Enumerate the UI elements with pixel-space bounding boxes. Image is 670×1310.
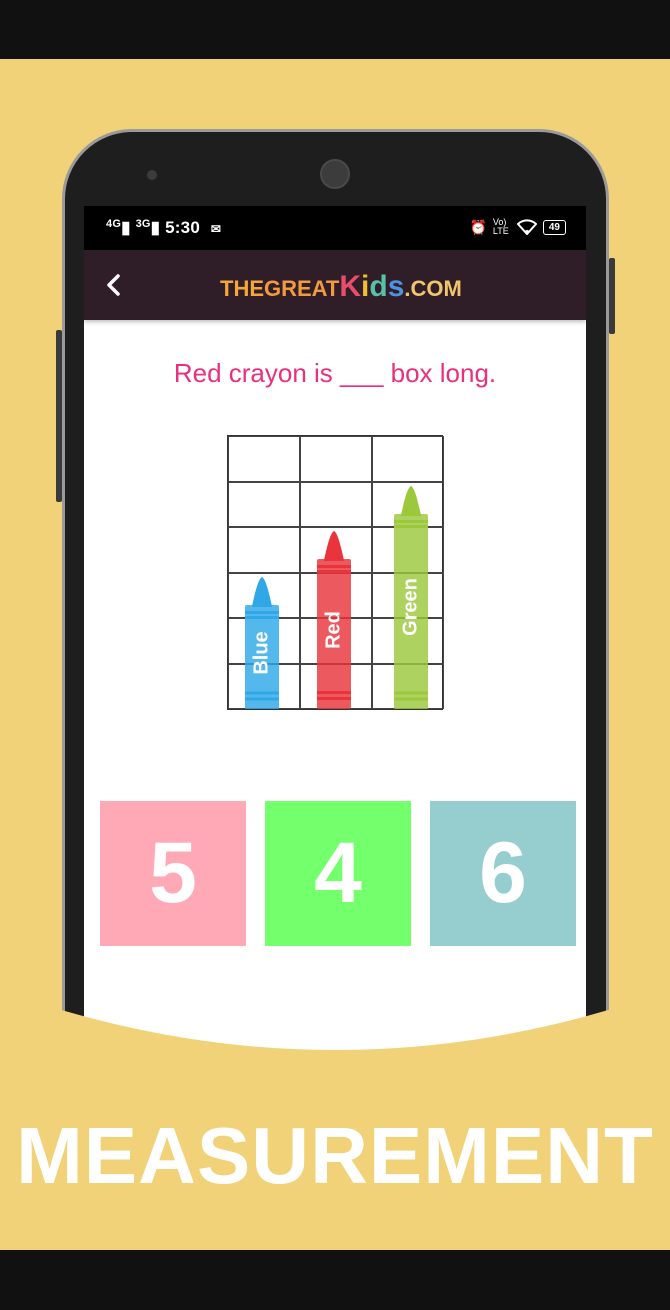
phone-left-button bbox=[56, 330, 62, 502]
top-black-bar bbox=[0, 0, 670, 59]
phone-sensor-dot bbox=[147, 170, 157, 180]
wifi-icon bbox=[516, 219, 537, 235]
status-right: ⏰ Vo) LTE 49 bbox=[469, 218, 566, 236]
crayon-label: Green bbox=[399, 578, 422, 637]
phone-right-button bbox=[609, 258, 615, 334]
crayon-blue: Blue bbox=[245, 575, 279, 709]
app-header: THE GREAT K i d s .COM bbox=[84, 250, 586, 320]
phone-camera bbox=[320, 159, 350, 189]
status-left: 4G▮ 3G▮ 5:30 ✉ bbox=[106, 218, 221, 238]
net-4g-icon: 4G bbox=[106, 218, 122, 230]
question-text: Red crayon is ___ box long. bbox=[173, 358, 497, 388]
status-time: 5:30 bbox=[165, 218, 200, 237]
answer-option-1[interactable]: 5 bbox=[100, 801, 246, 946]
measurement-grid: Blue Red Green bbox=[227, 435, 444, 710]
volte-indicator: Vo) LTE bbox=[492, 217, 509, 236]
alarm-icon: ⏰ bbox=[469, 218, 487, 235]
answer-option-2[interactable]: 4 bbox=[265, 801, 411, 946]
mail-icon: ✉ bbox=[210, 222, 222, 236]
chevron-left-icon bbox=[107, 274, 120, 296]
status-bar: 4G▮ 3G▮ 5:30 ✉ ⏰ Vo) LTE 49 bbox=[84, 206, 586, 250]
back-button[interactable] bbox=[106, 268, 136, 300]
app-logo: THE GREAT K i d s .COM bbox=[220, 270, 462, 303]
app-screen: 4G▮ 3G▮ 5:30 ✉ ⏰ Vo) LTE 49 THE GREAT K … bbox=[84, 206, 586, 1106]
signal-bars-icon: ▮ bbox=[150, 218, 161, 237]
crayon-red: Red bbox=[317, 529, 351, 709]
crayon-label: Red bbox=[322, 611, 345, 649]
crayon-label: Blue bbox=[250, 631, 273, 675]
answer-option-3[interactable]: 6 bbox=[430, 801, 576, 946]
answer-options: 5 4 6 bbox=[100, 801, 576, 947]
bottom-black-bar bbox=[0, 1250, 670, 1310]
battery-indicator: 49 bbox=[542, 219, 566, 235]
banner-title: MEASUREMENT bbox=[16, 1111, 654, 1200]
crayon-green: Green bbox=[394, 484, 428, 709]
signal-bars-icon: ▮ bbox=[121, 218, 131, 237]
net-3g-icon: 3G bbox=[135, 218, 151, 230]
